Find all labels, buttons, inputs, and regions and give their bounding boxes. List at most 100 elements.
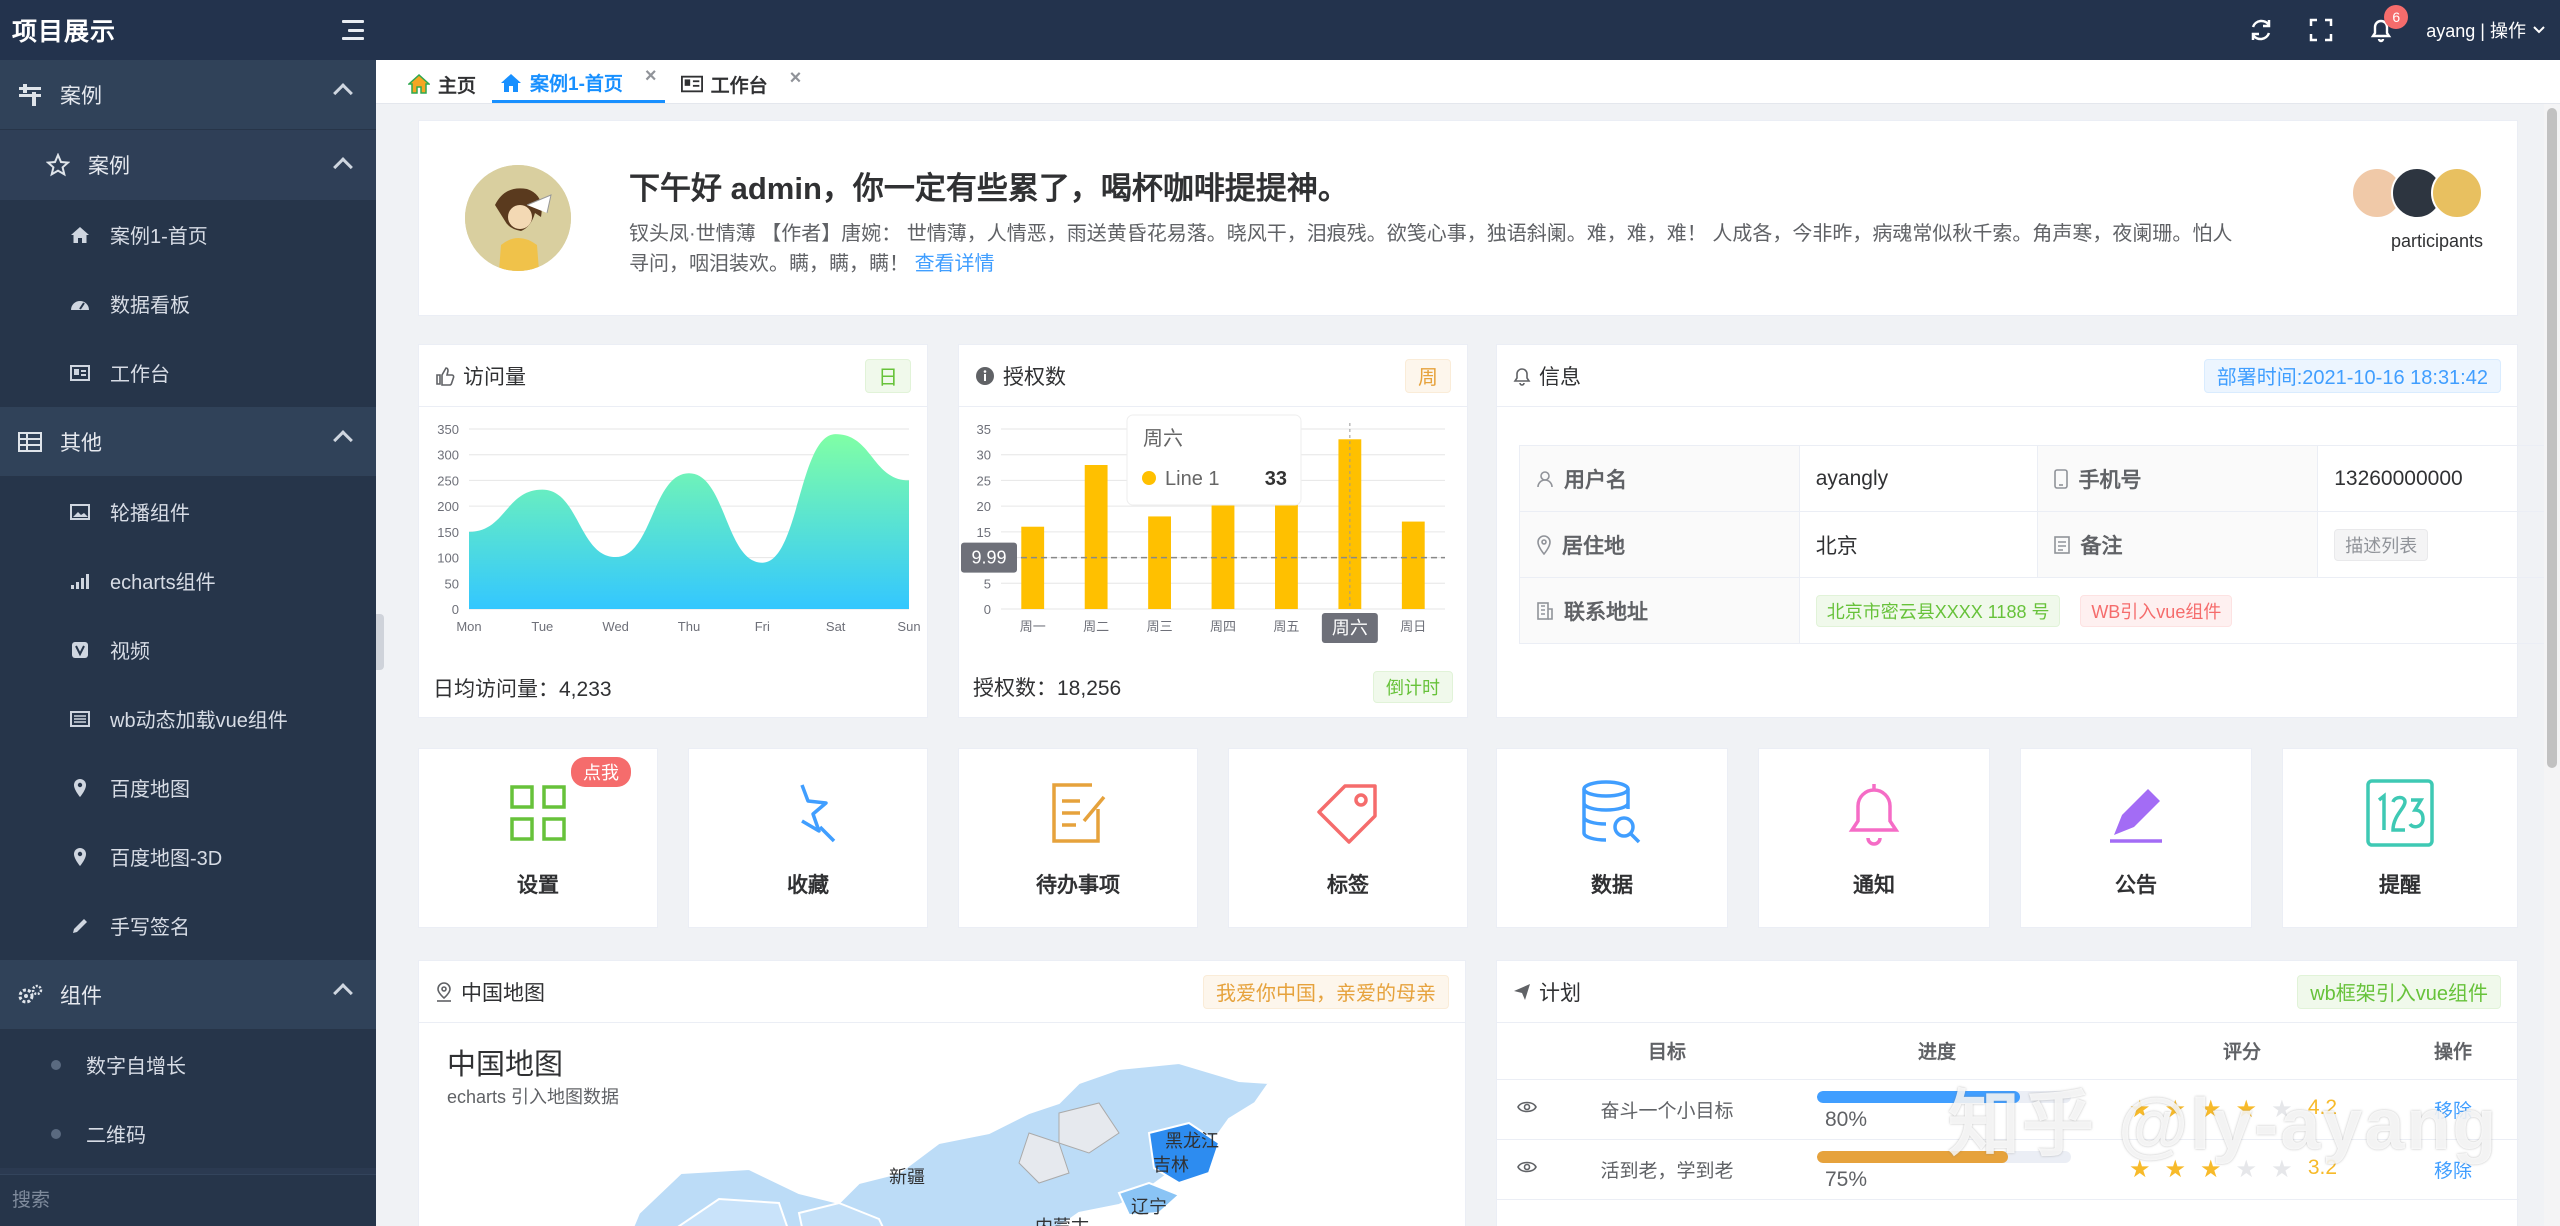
scrollbar-thumb[interactable] xyxy=(2547,108,2557,768)
sidebar-group-label: 案例 xyxy=(60,84,102,108)
sidebar-item-video[interactable]: 视频 xyxy=(0,615,376,684)
eye-icon[interactable] xyxy=(1517,1100,1537,1114)
plan-card: 计划 wb框架引入vue组件 目标 进度 评分 操作 奋斗一个小目标 80% ★… xyxy=(1496,960,2519,1226)
star-icon[interactable]: ★ xyxy=(2271,1095,2293,1124)
page-scrollbar[interactable] xyxy=(2544,104,2560,1226)
tab-workbench[interactable]: 工作台 × xyxy=(673,65,810,103)
sidebar-item-wb-vue[interactable]: wb动态加载vue组件 xyxy=(0,684,376,753)
username-value: ayangly xyxy=(1798,445,2039,512)
y-tick-label: 250 xyxy=(437,473,459,488)
remove-link[interactable]: 移除 xyxy=(2434,1161,2472,1182)
quick-label: 公告 xyxy=(2115,874,2157,897)
visits-area-chart: 0 50 100 150 200 250 300 350 Mon Tue Wed Thu Fri Sat S… xyxy=(437,422,920,634)
info-card-header: 信息 部署时间:2021-10-16 18:31:42 xyxy=(1497,345,2517,407)
avatar[interactable] xyxy=(2431,167,2483,219)
quick-favorites[interactable]: 收藏 xyxy=(688,748,928,928)
star-icon[interactable]: ★ xyxy=(2129,1095,2151,1124)
eye-icon[interactable] xyxy=(1517,1160,1537,1174)
remove-link[interactable]: 移除 xyxy=(2434,1101,2472,1122)
quick-todo[interactable]: 待办事项 xyxy=(958,748,1198,928)
china-map-card: 中国地图 我爱你中国，亲爱的母亲 中国地图 echarts 引入地图数据 新疆 … xyxy=(418,960,1466,1226)
sidebar-item-qrcode[interactable]: 二维码 xyxy=(0,1099,376,1168)
sidebar-item-signature[interactable]: 手写签名 xyxy=(0,891,376,960)
quick-data[interactable]: 数据 xyxy=(1496,748,1728,928)
sidebar-subgroup-label: 案例 xyxy=(88,155,130,178)
close-icon[interactable]: × xyxy=(790,67,802,90)
y-tick-label: 0 xyxy=(984,602,991,617)
star-icon[interactable]: ★ xyxy=(2165,1095,2187,1124)
quick-reminders[interactable]: 提醒 xyxy=(2282,748,2518,928)
plan-table: 目标 进度 评分 操作 奋斗一个小目标 80% ★ ★ ★ ★ ★ 4.2 移除 活到老… xyxy=(1497,1023,2519,1200)
brand: 项目展示 xyxy=(0,0,376,60)
quick-label: 数据 xyxy=(1591,874,1633,897)
click-me-badge[interactable]: 点我 xyxy=(571,757,631,787)
quick-announcements[interactable]: 公告 xyxy=(2020,748,2252,928)
building-icon xyxy=(1537,601,1553,620)
sidebar-item-dashboard[interactable]: 数据看板 xyxy=(0,269,376,338)
pencil-icon xyxy=(70,917,90,935)
star-icon[interactable]: ★ xyxy=(2200,1155,2222,1184)
china-map[interactable]: 新疆 黑龙江 吉林 辽宁 内蒙古 北京 xyxy=(419,1023,1467,1226)
auth-bar-chart: 05101520253035周一周二周三周四周五周六周日9.99周六Line 1… xyxy=(961,414,1445,643)
table-row: 奋斗一个小目标 80% ★ ★ ★ ★ ★ 4.2 移除 xyxy=(1497,1079,2519,1140)
id-card-icon xyxy=(680,73,703,95)
rating-stars[interactable]: ★ ★ ★ ★ ★ xyxy=(2129,1095,2293,1124)
visits-footer-label: 日均访问量： xyxy=(433,678,559,701)
thumbs-up-icon xyxy=(436,366,455,386)
sidebar-search-input[interactable] xyxy=(12,1189,312,1212)
bell-icon xyxy=(1834,773,1914,853)
chevron-up-icon xyxy=(333,430,353,450)
quick-settings[interactable]: 点我 设置 xyxy=(418,748,658,928)
document-icon xyxy=(2054,535,2071,554)
sidebar-item-label: wb动态加载vue组件 xyxy=(110,710,288,732)
sidebar-group-cases[interactable]: 案例 xyxy=(0,60,376,130)
sidebar-item-counter[interactable]: 数字自增长 xyxy=(0,1030,376,1099)
rating-stars[interactable]: ★ ★ ★ ★ ★ xyxy=(2129,1155,2293,1184)
rating-text: 3.2 xyxy=(2307,1156,2338,1180)
address-label: 联系地址 xyxy=(1564,600,1648,624)
user-menu[interactable]: ayang | 操作 xyxy=(2426,17,2546,43)
quick-notifications[interactable]: 通知 xyxy=(1758,748,1990,928)
sidebar-item-baidu-map-3d[interactable]: 百度地图-3D xyxy=(0,822,376,891)
x-tick-label: Sat xyxy=(826,619,846,634)
sidebar-item-echarts[interactable]: echarts组件 xyxy=(0,546,376,615)
tab-label: 案例1-首页 xyxy=(530,74,623,95)
sidebar-item-baidu-map[interactable]: 百度地图 xyxy=(0,753,376,822)
countdown-tag[interactable]: 倒计时 xyxy=(1373,671,1453,703)
sidebar-item-label: 手写签名 xyxy=(110,917,190,939)
fullscreen-icon[interactable] xyxy=(2306,15,2336,45)
progress-bar xyxy=(1817,1090,2071,1103)
quick-tags[interactable]: 标签 xyxy=(1228,748,1468,928)
sidebar-item-workbench[interactable]: 工作台 xyxy=(0,338,376,407)
phone-label: 手机号 xyxy=(2078,468,2142,492)
visits-footer-value: 4,233 xyxy=(559,678,612,701)
home-icon xyxy=(70,226,90,243)
menu-toggle-icon[interactable] xyxy=(338,20,364,40)
star-icon[interactable]: ★ xyxy=(2236,1155,2258,1184)
y-tick-label: 0 xyxy=(452,602,459,617)
participant-avatars xyxy=(2333,167,2483,219)
view-details-link[interactable]: 查看详情 xyxy=(915,253,995,275)
sidebar-search xyxy=(0,1174,376,1226)
star-icon[interactable]: ★ xyxy=(2236,1095,2258,1124)
col-header: 评分 xyxy=(2097,1023,2387,1080)
welcome-title: 下午好 admin，你一定有些累了，喝杯咖啡提提神。 xyxy=(629,171,1349,206)
sidebar-group-components[interactable]: 组件 xyxy=(0,960,376,1030)
sidebar-group-other[interactable]: 其他 xyxy=(0,407,376,477)
tab-case1-home[interactable]: 案例1-首页 × xyxy=(492,65,665,103)
visits-footer: 日均访问量：4,233 xyxy=(433,673,913,703)
sidebar-item-case1-home[interactable]: 案例1-首页 xyxy=(0,200,376,269)
close-icon[interactable]: × xyxy=(645,65,657,88)
location-icon xyxy=(1537,534,1551,555)
period-tag[interactable]: 周 xyxy=(1405,358,1451,393)
star-icon[interactable]: ★ xyxy=(2165,1155,2187,1184)
star-icon[interactable]: ★ xyxy=(2129,1155,2151,1184)
tab-home[interactable]: 主页 xyxy=(400,65,484,103)
sidebar-subgroup-cases[interactable]: 案例 xyxy=(0,130,376,200)
star-icon[interactable]: ★ xyxy=(2200,1095,2222,1124)
refresh-icon[interactable] xyxy=(2246,15,2276,45)
star-icon[interactable]: ★ xyxy=(2271,1155,2293,1184)
bell-icon[interactable]: 6 xyxy=(2366,5,2409,45)
period-tag[interactable]: 日 xyxy=(865,358,911,393)
sidebar-item-carousel[interactable]: 轮播组件 xyxy=(0,477,376,546)
